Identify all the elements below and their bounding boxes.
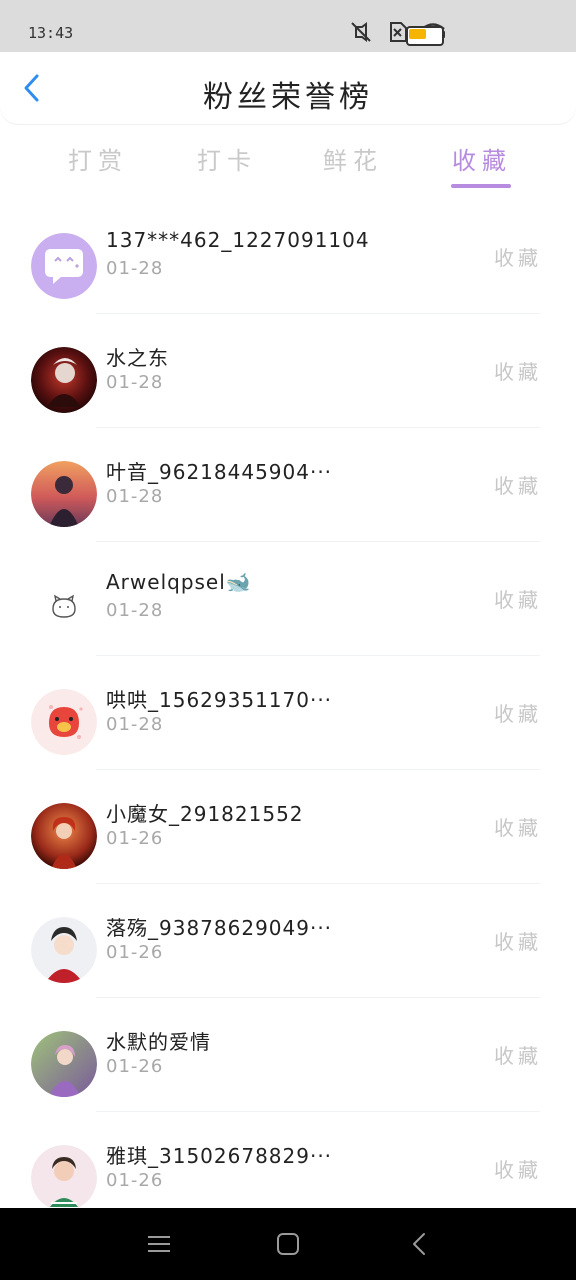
battery-nub — [442, 31, 445, 38]
portrait-girl-avatar[interactable] — [31, 1145, 97, 1211]
dark-warrior-avatar[interactable] — [31, 347, 97, 413]
header: 粉丝荣誉榜 — [0, 52, 576, 124]
purple-fairy-avatar[interactable] — [31, 1031, 97, 1097]
row-name: 137***462_1227091104 — [106, 228, 370, 252]
row-date: 01-28 — [106, 714, 164, 735]
home-icon — [277, 1233, 299, 1255]
row-name: Arwelqpsel🐋 — [106, 570, 252, 594]
row-date: 01-26 — [106, 1170, 164, 1191]
row-action-label: 收藏 — [494, 816, 542, 840]
list-item[interactable]: 哄哄_15629351170··· 01-28 收藏 — [0, 656, 576, 770]
system-back-button[interactable] — [406, 1230, 434, 1258]
list-item[interactable]: 水之东 01-28 收藏 — [0, 314, 576, 428]
list-item[interactable]: 落殇_93878629049··· 01-26 收藏 — [0, 884, 576, 998]
row-date: 01-26 — [106, 1056, 164, 1077]
list-item[interactable]: 叶音_96218445904··· 01-28 收藏 — [0, 428, 576, 542]
row-name: 水默的爱情 — [106, 1030, 211, 1054]
row-date: 01-28 — [106, 600, 164, 621]
tab-indicator — [451, 184, 511, 188]
home-button[interactable] — [274, 1230, 302, 1258]
menu-button[interactable] — [145, 1230, 173, 1258]
row-date: 01-28 — [106, 258, 164, 279]
red-hair-girl-avatar[interactable] — [31, 803, 97, 869]
row-date: 01-26 — [106, 942, 164, 963]
tab-bar: 打赏 打卡 鲜花 收藏 — [0, 135, 576, 195]
list-item[interactable]: 水默的爱情 01-26 收藏 — [0, 998, 576, 1112]
row-action-label: 收藏 — [494, 930, 542, 954]
status-bar: 13:43 — [0, 0, 576, 52]
menu-icon — [148, 1236, 170, 1252]
row-date: 01-28 — [106, 486, 164, 507]
status-time: 13:43 — [28, 24, 74, 42]
page-title: 粉丝荣誉榜 — [203, 80, 373, 115]
mute-icon — [348, 21, 374, 43]
battery-icon — [406, 26, 444, 46]
tab-reward[interactable]: 打赏 — [68, 141, 128, 176]
system-nav-bar — [0, 1208, 576, 1280]
row-name: 雅琪_31502678829··· — [106, 1144, 333, 1168]
row-name: 叶音_96218445904··· — [106, 460, 333, 484]
row-action-label: 收藏 — [494, 360, 542, 384]
row-action-label: 收藏 — [494, 474, 542, 498]
tab-favorites[interactable]: 收藏 — [452, 141, 512, 176]
row-name: 水之东 — [106, 346, 169, 370]
back-icon — [413, 1233, 425, 1255]
row-action-label: 收藏 — [494, 1158, 542, 1182]
list-item[interactable]: 137***462_1227091104 01-28 收藏 — [0, 200, 576, 314]
row-action-label: 收藏 — [494, 702, 542, 726]
default-chat-avatar[interactable] — [31, 233, 97, 299]
cat-sketch-avatar[interactable] — [31, 575, 97, 641]
row-name: 落殇_93878629049··· — [106, 916, 333, 940]
list-item[interactable]: Arwelqpsel🐋 01-28 收藏 — [0, 542, 576, 656]
list-item[interactable]: 小魔女_291821552 01-26 收藏 — [0, 770, 576, 884]
row-name: 哄哄_15629351170··· — [106, 688, 333, 712]
row-date: 01-28 — [106, 372, 164, 393]
battery-level — [409, 29, 426, 39]
row-date: 01-26 — [106, 828, 164, 849]
red-pig-avatar[interactable] — [31, 689, 97, 755]
row-action-label: 收藏 — [494, 1044, 542, 1068]
row-action-label: 收藏 — [494, 588, 542, 612]
row-name: 小魔女_291821552 — [106, 802, 304, 826]
tab-flowers[interactable]: 鲜花 — [323, 141, 383, 176]
row-action-label: 收藏 — [494, 246, 542, 270]
sunset-girl-avatar[interactable] — [31, 461, 97, 527]
tab-checkin[interactable]: 打卡 — [197, 141, 257, 176]
costume-lady-avatar[interactable] — [31, 917, 97, 983]
